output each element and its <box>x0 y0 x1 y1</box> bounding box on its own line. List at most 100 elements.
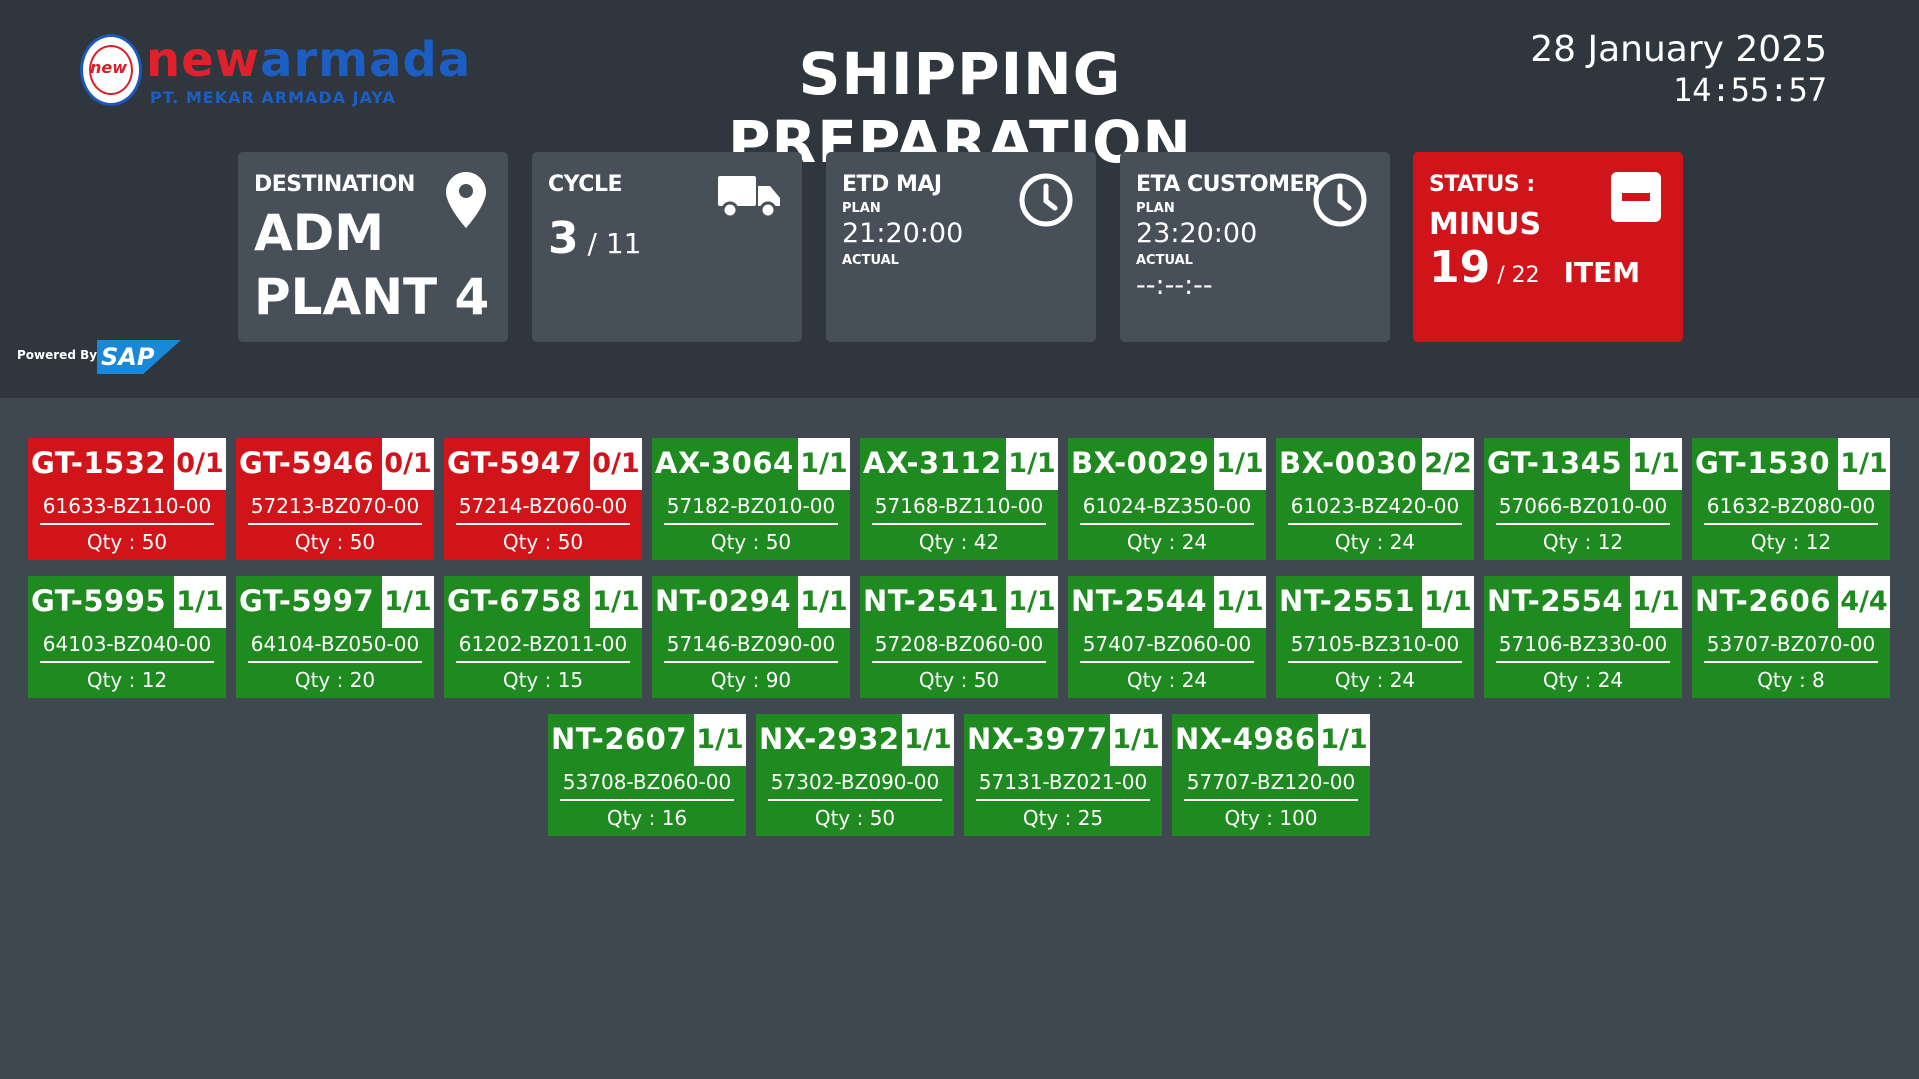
minus-square-icon <box>1611 172 1661 226</box>
part-number: 61024-BZ350-00 <box>1080 490 1254 525</box>
part-code: NT-2541 <box>863 584 1000 618</box>
truck-icon <box>718 172 780 224</box>
part-code: NX-2932 <box>759 722 900 756</box>
part-code: AX-3112 <box>863 446 1002 480</box>
part-number: 53708-BZ060-00 <box>560 766 734 801</box>
part-qty: Qty : 25 <box>1022 806 1104 830</box>
location-pin-icon <box>446 172 486 232</box>
part-tile: AX-3064 1/1 57182-BZ010-00 Qty : 50 <box>652 438 850 560</box>
part-tile: GT-5947 0/1 57214-BZ060-00 Qty : 50 <box>444 438 642 560</box>
clock-icon <box>1018 172 1074 232</box>
part-tile: AX-3112 1/1 57168-BZ110-00 Qty : 42 <box>860 438 1058 560</box>
status-count-row: 19 / 22 ITEM <box>1429 242 1641 293</box>
part-number: 64103-BZ040-00 <box>40 628 214 663</box>
part-qty: Qty : 100 <box>1224 806 1318 830</box>
part-qty: Qty : 24 <box>1334 668 1416 692</box>
etd-card: ETD MAJ PLAN 21:20:00 ACTUAL <box>826 152 1096 342</box>
part-number: 57131-BZ021-00 <box>976 766 1150 801</box>
status-count: 19 <box>1429 242 1491 293</box>
part-fraction: 1/1 <box>1006 438 1058 490</box>
part-number: 57182-BZ010-00 <box>664 490 838 525</box>
part-qty: Qty : 50 <box>502 530 584 554</box>
part-number: 57208-BZ060-00 <box>872 628 1046 663</box>
part-tile: GT-1530 1/1 61632-BZ080-00 Qty : 12 <box>1692 438 1890 560</box>
part-fraction: 0/1 <box>382 438 434 490</box>
part-tile: GT-1345 1/1 57066-BZ010-00 Qty : 12 <box>1484 438 1682 560</box>
part-fraction: 1/1 <box>1630 576 1682 628</box>
part-fraction: 2/2 <box>1422 438 1474 490</box>
part-tile: NT-2544 1/1 57407-BZ060-00 Qty : 24 <box>1068 576 1266 698</box>
part-tile: NX-3977 1/1 57131-BZ021-00 Qty : 25 <box>964 714 1162 836</box>
part-qty: Qty : 42 <box>918 530 1000 554</box>
part-fraction: 1/1 <box>1318 714 1370 766</box>
part-number: 57302-BZ090-00 <box>768 766 942 801</box>
part-fraction: 1/1 <box>798 438 850 490</box>
cycle-total: 11 <box>605 227 642 260</box>
part-fraction: 1/1 <box>1214 576 1266 628</box>
company-subtitle: PT. MEKAR ARMADA JAYA <box>150 88 396 107</box>
part-fraction: 1/1 <box>590 576 642 628</box>
part-number: 57407-BZ060-00 <box>1080 628 1254 663</box>
part-qty: Qty : 50 <box>814 806 896 830</box>
brand-name: newarmada <box>146 32 472 88</box>
part-number: 61633-BZ110-00 <box>40 490 214 525</box>
part-code: GT-5946 <box>239 446 375 480</box>
part-tile: BX-0030 2/2 61023-BZ420-00 Qty : 24 <box>1276 438 1474 560</box>
part-code: GT-5995 <box>31 584 167 618</box>
part-tile: NT-0294 1/1 57146-BZ090-00 Qty : 90 <box>652 576 850 698</box>
part-code: BX-0029 <box>1071 446 1210 480</box>
part-number: 61202-BZ011-00 <box>456 628 630 663</box>
part-tile: NX-2932 1/1 57302-BZ090-00 Qty : 50 <box>756 714 954 836</box>
part-tile: NX-4986 1/1 57707-BZ120-00 Qty : 100 <box>1172 714 1370 836</box>
part-fraction: 1/1 <box>1110 714 1162 766</box>
part-fraction: 1/1 <box>1838 438 1890 490</box>
part-fraction: 1/1 <box>1006 576 1058 628</box>
part-number: 57105-BZ310-00 <box>1288 628 1462 663</box>
part-code: GT-5997 <box>239 584 375 618</box>
part-number: 57213-BZ070-00 <box>248 490 422 525</box>
part-tile: NT-2551 1/1 57105-BZ310-00 Qty : 24 <box>1276 576 1474 698</box>
current-time: 14:55:57 <box>1672 71 1827 109</box>
part-qty: Qty : 20 <box>294 668 376 692</box>
clock-icon <box>1312 172 1368 232</box>
part-fraction: 1/1 <box>174 576 226 628</box>
part-qty: Qty : 50 <box>294 530 376 554</box>
part-number: 57707-BZ120-00 <box>1184 766 1358 801</box>
part-code: NX-3977 <box>967 722 1108 756</box>
part-fraction: 0/1 <box>174 438 226 490</box>
part-number: 61632-BZ080-00 <box>1704 490 1878 525</box>
eta-actual-label: ACTUAL <box>1136 253 1193 268</box>
part-number: 64104-BZ050-00 <box>248 628 422 663</box>
part-fraction: 1/1 <box>1214 438 1266 490</box>
destination-line2: PLANT 4 <box>254 268 490 326</box>
part-number: 57066-BZ010-00 <box>1496 490 1670 525</box>
part-qty: Qty : 12 <box>1750 530 1832 554</box>
cycle-current: 3 <box>548 213 579 264</box>
part-qty: Qty : 50 <box>918 668 1000 692</box>
datetime-display: 28 January 2025 14:55:57 <box>1530 30 1827 110</box>
part-number: 57106-BZ330-00 <box>1496 628 1670 663</box>
part-code: NT-2551 <box>1279 584 1416 618</box>
part-fraction: 1/1 <box>798 576 850 628</box>
part-tile: NT-2541 1/1 57208-BZ060-00 Qty : 50 <box>860 576 1058 698</box>
current-date: 28 January 2025 <box>1530 29 1827 70</box>
part-qty: Qty : 12 <box>1542 530 1624 554</box>
status-total: 22 <box>1511 263 1540 288</box>
part-qty: Qty : 24 <box>1542 668 1624 692</box>
part-code: NX-4986 <box>1175 722 1316 756</box>
destination-card: DESTINATION ADM PLANT 4 <box>238 152 508 342</box>
part-fraction: 1/1 <box>1630 438 1682 490</box>
status-unit: ITEM <box>1563 256 1641 289</box>
header-bar: new newarmada PT. MEKAR ARMADA JAYA Powe… <box>0 0 1919 398</box>
cycle-card: CYCLE 3 / 11 <box>532 152 802 342</box>
part-qty: Qty : 24 <box>1334 530 1416 554</box>
part-tile: GT-6758 1/1 61202-BZ011-00 Qty : 15 <box>444 576 642 698</box>
sap-logo-icon: SAP <box>97 340 181 374</box>
part-code: GT-1532 <box>31 446 167 480</box>
powered-by-label: Powered By <box>17 348 98 362</box>
part-qty: Qty : 24 <box>1126 530 1208 554</box>
part-number: 53707-BZ070-00 <box>1704 628 1878 663</box>
part-tile: GT-1532 0/1 61633-BZ110-00 Qty : 50 <box>28 438 226 560</box>
part-code: GT-5947 <box>447 446 583 480</box>
part-code: BX-0030 <box>1279 446 1418 480</box>
